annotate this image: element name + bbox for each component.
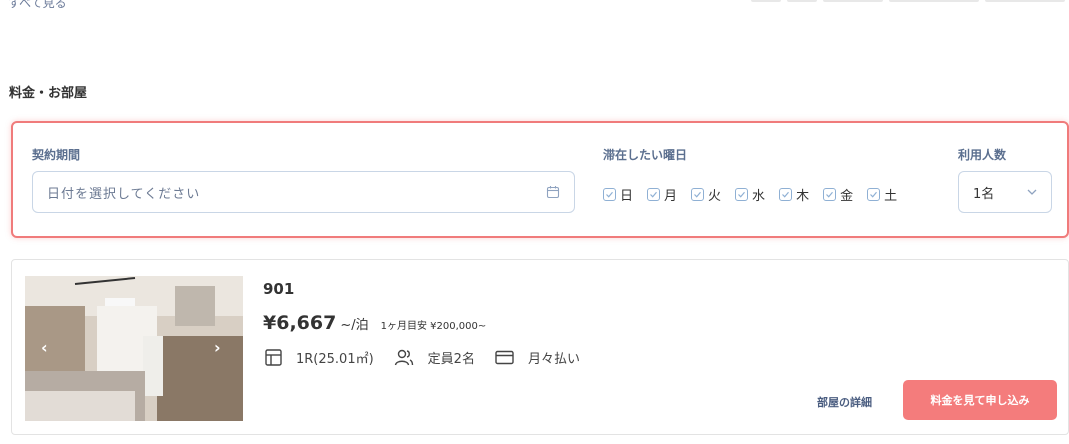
users-icon: [394, 349, 413, 366]
date-placeholder: 日付を選択してください: [47, 186, 201, 202]
weekday-checkbox-fri[interactable]: 金: [823, 185, 853, 204]
weekday-checkbox-tue[interactable]: 火: [691, 185, 721, 204]
apply-button[interactable]: 料金を見て申し込み: [903, 380, 1057, 420]
payment-method: 月々払い: [495, 348, 580, 367]
room-photo: ‹ ›: [25, 276, 243, 421]
room-detail-link[interactable]: 部屋の詳細: [817, 394, 872, 410]
top-thumbnail-strip: [745, 0, 1065, 4]
guests-value: 1名: [973, 186, 995, 202]
room-layout: 1R(25.01㎡): [265, 348, 374, 367]
photo-prev-arrow-icon[interactable]: ‹: [41, 338, 48, 357]
weekday-checkbox-thu[interactable]: 木: [779, 185, 809, 204]
weekday-checkboxes: 日 月 火 水 木 金 土: [603, 185, 911, 204]
payment-method-text: 月々払い: [527, 352, 580, 367]
weekday-text: 月: [664, 189, 678, 204]
room-photo-image: [25, 276, 243, 421]
room-layout-text: 1R(25.01㎡): [296, 352, 374, 367]
checkbox-icon: [735, 188, 749, 201]
weekday-checkbox-wed[interactable]: 水: [735, 185, 765, 204]
room-specs: 1R(25.01㎡) 定員2名 月々払い: [265, 348, 600, 367]
checkbox-icon: [647, 188, 661, 201]
room-name: 901: [263, 280, 295, 298]
weekday-text: 火: [708, 189, 722, 204]
weekday-text: 土: [884, 189, 898, 204]
monthly-estimate: 1ヶ月目安 ¥200,000~: [380, 321, 487, 332]
guests-select[interactable]: 1名: [958, 171, 1052, 213]
credit-card-icon: [495, 350, 514, 365]
see-all-link[interactable]: すべて見る: [8, 0, 67, 11]
checkbox-icon: [603, 188, 616, 201]
weekday-text: 木: [796, 189, 810, 204]
nightly-price: ¥6,667: [263, 312, 337, 334]
chevron-down-icon: [1027, 189, 1037, 195]
section-title: 料金・お部屋: [9, 86, 88, 101]
weekday-label: 滞在したい曜日: [603, 148, 688, 162]
weekday-checkbox-mon[interactable]: 月: [647, 185, 677, 204]
calendar-icon: [546, 186, 560, 199]
date-picker-input[interactable]: 日付を選択してください: [32, 171, 575, 213]
search-filter-panel: 契約期間 日付を選択してください 滞在したい曜日 日 月 火 水 木 金 土 利…: [11, 121, 1069, 238]
weekday-text: 日: [620, 189, 634, 204]
checkbox-icon: [691, 188, 705, 201]
checkbox-icon: [779, 188, 793, 201]
weekday-text: 水: [752, 189, 766, 204]
checkbox-icon: [867, 188, 881, 201]
room-capacity: 定員2名: [394, 348, 475, 367]
period-label: 契約期間: [32, 148, 81, 162]
guests-label: 利用人数: [958, 148, 1007, 162]
price-unit: ~/泊: [340, 318, 369, 333]
room-card: ‹ › 901 ¥6,667 ~/泊 1ヶ月目安 ¥200,000~ 1R(25…: [11, 259, 1069, 435]
photo-next-arrow-icon[interactable]: ›: [214, 338, 221, 357]
price-row: ¥6,667 ~/泊 1ヶ月目安 ¥200,000~: [263, 312, 486, 334]
room-capacity-text: 定員2名: [427, 352, 475, 367]
weekday-checkbox-sat[interactable]: 土: [867, 185, 897, 204]
weekday-checkbox-sun[interactable]: 日: [603, 185, 633, 204]
checkbox-icon: [823, 188, 837, 201]
weekday-text: 金: [840, 189, 854, 204]
floorplan-icon: [265, 349, 282, 366]
